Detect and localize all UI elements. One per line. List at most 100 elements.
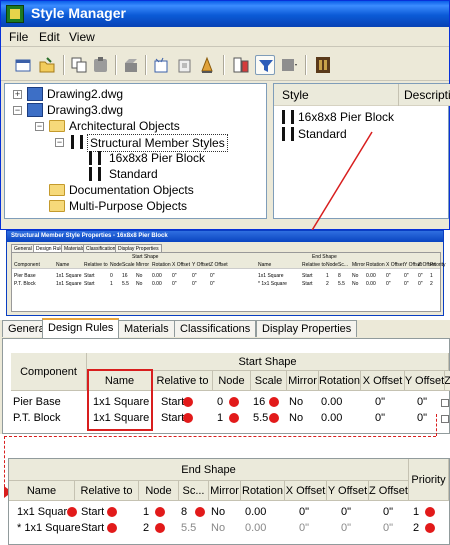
header-z-offset[interactable]: Z	[445, 371, 450, 391]
tab-classifications[interactable]: Classifications	[174, 320, 257, 337]
header-component[interactable]: Component	[11, 353, 87, 391]
column-divider[interactable]	[398, 84, 399, 106]
header-z-offset[interactable]: Z Offset	[369, 481, 409, 501]
expand-icon[interactable]: +	[13, 90, 22, 99]
ellipsis-button[interactable]	[441, 399, 449, 407]
header-mirror[interactable]: Mirror	[287, 371, 319, 391]
cell-relative-to[interactable]: Start	[81, 505, 104, 519]
exit-icon[interactable]	[313, 55, 333, 75]
cell-node[interactable]: 0	[217, 395, 223, 409]
cell-scale[interactable]: 5.5	[181, 521, 196, 535]
cell-name[interactable]: 1x1 Square	[17, 505, 73, 519]
cell-x-offset[interactable]: 0"	[375, 395, 385, 409]
paste-icon[interactable]	[91, 55, 111, 75]
header-node[interactable]: Node	[139, 481, 179, 501]
header-mirror[interactable]: Mirror	[209, 481, 241, 501]
cell-y-offset[interactable]: 0"	[417, 395, 427, 409]
cell-node[interactable]: 2	[143, 521, 149, 535]
cell-node[interactable]: 1	[217, 411, 223, 425]
table-row[interactable]: 1x1 Square Start 1 8 No 0.00 0" 0" 0" 1	[9, 505, 449, 521]
thumb-tab-general[interactable]: General	[11, 244, 35, 252]
display-icon[interactable]	[279, 55, 299, 75]
cell-x-offset[interactable]: 0"	[299, 521, 309, 535]
thumb-cell: 0"	[172, 281, 177, 287]
cell-mirror[interactable]: No	[289, 395, 303, 409]
thumb-cell: 0"	[404, 273, 409, 279]
toggle-icon[interactable]	[197, 55, 217, 75]
thumb-cell: X Offset	[386, 262, 404, 268]
set-from-icon[interactable]	[175, 55, 195, 75]
cell-relative-to[interactable]: Start	[161, 411, 184, 425]
menu-edit[interactable]: Edit	[39, 30, 60, 44]
ellipsis-button[interactable]	[441, 415, 449, 423]
cell-name[interactable]: * 1x1 Square	[17, 521, 81, 535]
cell-scale[interactable]: 8	[181, 505, 187, 519]
cell-y-offset[interactable]: 0"	[341, 505, 351, 519]
cell-y-offset[interactable]: 0"	[417, 411, 427, 425]
thumb-cell: Component	[14, 262, 40, 268]
header-rotation[interactable]: Rotation	[319, 371, 361, 391]
thumb-cell: 8	[338, 273, 341, 279]
thumb-cell: 0"	[172, 273, 177, 279]
cell-priority[interactable]: 2	[413, 521, 419, 535]
cell-relative-to[interactable]: Start	[161, 395, 184, 409]
new-icon[interactable]	[13, 55, 33, 75]
tab-design-rules[interactable]: Design Rules	[42, 318, 120, 338]
collapse-icon[interactable]: −	[55, 138, 64, 147]
purge-icon[interactable]	[121, 55, 141, 75]
header-scale[interactable]: Sc...	[179, 481, 209, 501]
thumb-tab-display-properties[interactable]: Display Properties	[115, 244, 162, 252]
cell-mirror[interactable]: No	[289, 411, 303, 425]
tab-display-properties[interactable]: Display Properties	[256, 320, 358, 337]
cell-rotation[interactable]: 0.00	[245, 521, 266, 535]
cell-priority[interactable]: 1	[413, 505, 419, 519]
cell-z-offset[interactable]: 0"	[383, 521, 393, 535]
column-style[interactable]: Style	[282, 88, 309, 102]
collapse-icon[interactable]: −	[13, 106, 22, 115]
header-y-offset[interactable]: Y Offset	[405, 371, 445, 391]
cell-rotation[interactable]: 0.00	[321, 411, 342, 425]
header-name[interactable]: Name	[9, 481, 75, 501]
menu-view[interactable]: View	[69, 30, 95, 44]
cell-scale[interactable]: 5.5	[253, 411, 268, 425]
tab-materials[interactable]: Materials	[118, 320, 175, 337]
cell-x-offset[interactable]: 0"	[299, 505, 309, 519]
cell-mirror[interactable]: No	[211, 505, 225, 519]
collapse-icon[interactable]: −	[35, 122, 44, 131]
header-end-shape: End Shape	[9, 459, 409, 481]
header-relative-to[interactable]: Relative to	[75, 481, 139, 501]
header-rotation[interactable]: Rotation	[241, 481, 285, 501]
folder-icon	[49, 120, 65, 132]
style-icon	[89, 167, 101, 181]
header-relative-to[interactable]: Relative to	[153, 371, 213, 391]
table-row[interactable]: * 1x1 Square Start 2 5.5 No 0.00 0" 0" 0…	[9, 521, 449, 537]
cell-rotation[interactable]: 0.00	[245, 505, 266, 519]
copy-icon[interactable]	[69, 55, 89, 75]
header-priority[interactable]: Priority	[409, 459, 449, 501]
header-y-offset[interactable]: Y Offset	[327, 481, 369, 501]
open-icon[interactable]	[37, 55, 57, 75]
table-row[interactable]: P.T. Block 1x1 Square Start 1 5.5 No 0.0…	[3, 411, 449, 427]
cell-z-offset[interactable]: 0"	[383, 505, 393, 519]
cell-y-offset[interactable]: 0"	[341, 521, 351, 535]
cell-scale[interactable]: 16	[253, 395, 265, 409]
edit-style-icon[interactable]	[151, 55, 171, 75]
toolbar	[1, 49, 449, 81]
menu-file[interactable]: File	[9, 30, 28, 44]
column-description[interactable]: Descriptio	[404, 88, 450, 102]
header-node[interactable]: Node	[213, 371, 251, 391]
header-x-offset[interactable]: X Offset	[361, 371, 405, 391]
table-row[interactable]: Pier Base 1x1 Square Start 0 16 No 0.00 …	[3, 395, 449, 411]
thumb-cell: Pier Base	[14, 273, 36, 279]
view-icon[interactable]	[231, 55, 251, 75]
header-x-offset[interactable]: X Offset	[285, 481, 327, 501]
filter-icon[interactable]	[255, 55, 275, 75]
end-shape-grid: End Shape Priority Name Relative to Node…	[8, 458, 450, 545]
cell-node[interactable]: 1	[143, 505, 149, 519]
title-bar: Style Manager	[1, 1, 449, 27]
cell-mirror[interactable]: No	[211, 521, 225, 535]
cell-rotation[interactable]: 0.00	[321, 395, 342, 409]
cell-x-offset[interactable]: 0"	[375, 411, 385, 425]
header-scale[interactable]: Scale	[251, 371, 287, 391]
cell-relative-to[interactable]: Start	[81, 521, 104, 535]
